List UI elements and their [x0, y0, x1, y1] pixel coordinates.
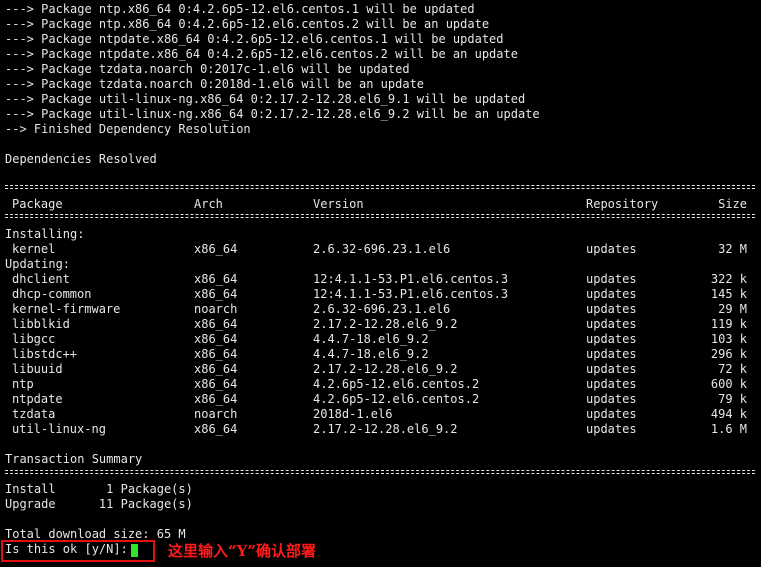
package-version: 12:4.1.1-53.P1.el6.centos.3: [313, 287, 509, 301]
package-version: 4.4.7-18.el6_9.2: [313, 332, 429, 346]
package-name: dhcp-common: [12, 287, 92, 301]
header-repository: Repository: [586, 197, 659, 211]
package-repository: updates: [586, 407, 637, 421]
package-version: 2.6.32-696.23.1.el6: [313, 302, 451, 316]
package-version: 2.17.2-12.28.el6_9.2: [313, 362, 458, 376]
package-repository: updates: [586, 377, 637, 391]
log-line: ---> Package ntpdate.x86_64 0:4.2.6p5-12…: [5, 32, 504, 46]
package-version: 4.2.6p5-12.el6.centos.2: [313, 377, 480, 391]
log-line: ---> Package ntpdate.x86_64 0:4.2.6p5-12…: [5, 47, 518, 61]
package-name: ntp: [12, 377, 34, 391]
package-arch: x86_64: [194, 377, 238, 391]
header-package: Package: [12, 197, 63, 211]
package-size: 72 k: [718, 362, 747, 376]
package-repository: updates: [586, 317, 637, 331]
log-line: ---> Package util-linux-ng.x86_64 0:2.17…: [5, 92, 526, 106]
package-arch: x86_64: [194, 347, 238, 361]
package-name: ntpdate: [12, 392, 63, 406]
package-version: 2.6.32-696.23.1.el6: [313, 242, 451, 256]
package-repository: updates: [586, 242, 637, 256]
package-repository: updates: [586, 347, 637, 361]
package-size: 32 M: [718, 242, 747, 256]
package-name: libblkid: [12, 317, 70, 331]
package-repository: updates: [586, 302, 637, 316]
log-line: ---> Package tzdata.noarch 0:2018d-1.el6…: [5, 77, 425, 91]
package-version: 4.4.7-18.el6_9.2: [313, 347, 429, 361]
terminal-window[interactable]: ---> Package ntp.x86_64 0:4.2.6p5-12.el6…: [0, 0, 761, 567]
log-line: ---> Package ntp.x86_64 0:4.2.6p5-12.el6…: [5, 2, 475, 16]
package-size: 296 k: [710, 347, 747, 361]
installing-label: Installing:: [5, 227, 85, 241]
package-name: tzdata: [12, 407, 56, 421]
package-version: 4.2.6p5-12.el6.centos.2: [313, 392, 480, 406]
summary-install: Install 1 Package(s): [5, 482, 193, 496]
package-size: 29 M: [718, 302, 747, 316]
package-arch: x86_64: [194, 272, 238, 286]
package-arch: noarch: [194, 302, 238, 316]
package-version: 2.17.2-12.28.el6_9.2: [313, 317, 458, 331]
dependencies-resolved-heading: Dependencies Resolved: [5, 152, 157, 166]
package-size: 145 k: [710, 287, 747, 301]
separator-double: [5, 185, 755, 190]
package-arch: x86_64: [194, 242, 238, 256]
package-name: kernel: [12, 242, 56, 256]
package-arch: x86_64: [194, 287, 238, 301]
package-size: 322 k: [710, 272, 747, 286]
package-size: 600 k: [710, 377, 747, 391]
package-repository: updates: [586, 422, 637, 436]
summary-upgrade: Upgrade 11 Package(s): [5, 497, 193, 511]
log-line: --> Finished Dependency Resolution: [5, 122, 251, 136]
package-repository: updates: [586, 362, 637, 376]
package-version: 12:4.1.1-53.P1.el6.centos.3: [313, 272, 509, 286]
package-arch: x86_64: [194, 317, 238, 331]
package-version: 2.17.2-12.28.el6_9.2: [313, 422, 458, 436]
annotation-label: 这里输入“Y”确认部署: [168, 542, 316, 560]
updating-label: Updating:: [5, 257, 71, 271]
separator-double: [5, 214, 755, 219]
prompt-highlight-box: [1, 540, 155, 562]
package-size: 103 k: [710, 332, 747, 346]
package-size: 119 k: [710, 317, 747, 331]
transaction-summary-heading: Transaction Summary: [5, 452, 143, 466]
log-line: ---> Package tzdata.noarch 0:2017c-1.el6…: [5, 62, 410, 76]
package-name: kernel-firmware: [12, 302, 121, 316]
package-name: util-linux-ng: [12, 422, 106, 436]
package-name: libgcc: [12, 332, 56, 346]
package-name: libstdc++: [12, 347, 78, 361]
package-arch: x86_64: [194, 422, 238, 436]
separator-double: [5, 470, 755, 475]
log-line: ---> Package ntp.x86_64 0:4.2.6p5-12.el6…: [5, 17, 490, 31]
package-arch: noarch: [194, 407, 238, 421]
package-repository: updates: [586, 332, 637, 346]
package-size: 79 k: [718, 392, 747, 406]
header-arch: Arch: [194, 197, 223, 211]
package-arch: x86_64: [194, 362, 238, 376]
package-size: 494 k: [710, 407, 747, 421]
header-size: Size: [718, 197, 747, 211]
log-line: ---> Package util-linux-ng.x86_64 0:2.17…: [5, 107, 540, 121]
package-repository: updates: [586, 287, 637, 301]
package-name: libuuid: [12, 362, 63, 376]
package-size: 1.6 M: [710, 422, 747, 436]
package-version: 2018d-1.el6: [313, 407, 393, 421]
header-version: Version: [313, 197, 364, 211]
package-repository: updates: [586, 392, 637, 406]
package-arch: x86_64: [194, 332, 238, 346]
package-arch: x86_64: [194, 392, 238, 406]
package-repository: updates: [586, 272, 637, 286]
package-name: dhclient: [12, 272, 70, 286]
